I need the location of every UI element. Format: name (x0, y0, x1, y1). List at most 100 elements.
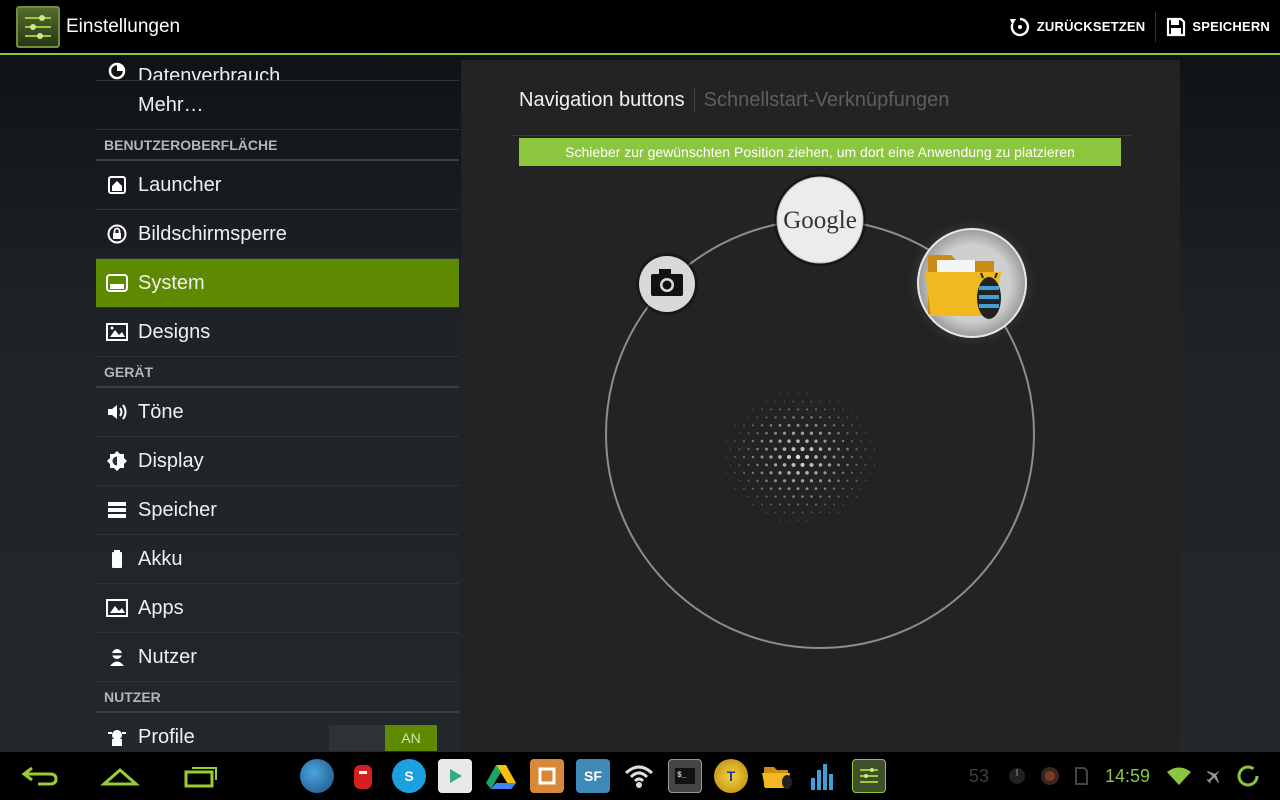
handle-dot (810, 416, 813, 419)
tab-navigation-buttons[interactable]: Navigation buttons (519, 89, 685, 112)
file-manager-app-icon[interactable] (760, 759, 794, 793)
handle-dot (827, 463, 832, 467)
handle-dot (823, 424, 827, 427)
handle-dot (846, 479, 849, 482)
settings-item-storage[interactable]: Speicher (96, 486, 459, 535)
file-manager-icon (925, 255, 1001, 319)
handle-dot (809, 479, 814, 483)
google-search-target[interactable]: Google (774, 174, 866, 266)
orange-app-icon[interactable] (530, 759, 564, 793)
settings-item-lockscreen[interactable]: Bildschirmsperre (96, 210, 459, 259)
camera-target[interactable] (636, 253, 698, 315)
home-button[interactable] (80, 752, 160, 800)
handle-dot (855, 416, 858, 419)
profiles-toggle[interactable]: AN (329, 725, 437, 751)
handle-dot (738, 448, 741, 451)
handle-dot (819, 400, 822, 403)
settings-item-battery[interactable]: Akku (96, 535, 459, 584)
handle-dot (823, 487, 827, 490)
terminal-app-icon[interactable]: $_ (668, 759, 702, 793)
settings-item-more[interactable]: Mehr… (96, 81, 459, 130)
handle-dot (774, 416, 777, 419)
handle-dot (824, 519, 826, 522)
mailbox-app-icon[interactable] (346, 759, 380, 793)
storage-icon (96, 501, 138, 519)
handle-dot (805, 471, 809, 475)
settings-item-sound[interactable]: Töne (96, 388, 459, 437)
ring-handle-dots[interactable] (725, 392, 876, 522)
handle-dot (801, 511, 804, 514)
handle-dot (782, 479, 787, 483)
handle-dot (734, 487, 736, 490)
handle-dot (770, 392, 772, 395)
handle-dot (797, 519, 799, 522)
handle-dot (782, 463, 787, 467)
handle-dot (752, 503, 754, 506)
handle-dot (787, 487, 791, 491)
handle-dot (850, 440, 854, 443)
handle-dot (729, 448, 732, 450)
globe-app-icon[interactable] (300, 759, 334, 793)
handle-dot (832, 455, 836, 459)
wifi-analyzer-app-icon[interactable] (622, 759, 656, 793)
settings-app-icon[interactable] (16, 5, 60, 48)
drive-app-icon[interactable] (484, 759, 518, 793)
handle-dot (818, 479, 823, 483)
handle-dot (869, 440, 871, 442)
settings-item-label: Nutzer (138, 645, 197, 668)
handle-dot (778, 471, 782, 475)
handle-dot (747, 432, 750, 435)
handle-dot (774, 495, 777, 498)
handle-dot (800, 447, 805, 452)
handle-dot (795, 454, 801, 460)
reset-label: ZURÜCKSETZEN (1036, 19, 1146, 34)
tab-quick-launch[interactable]: Schnellstart-Verknüpfungen (704, 89, 950, 112)
handle-dot (810, 400, 813, 403)
handle-dot (756, 416, 759, 419)
sf-app-icon[interactable]: SF (576, 759, 610, 793)
save-button[interactable]: SPEICHERN (1156, 0, 1280, 53)
handle-dot (819, 416, 822, 419)
settings-item-display[interactable]: Display (96, 437, 459, 486)
reset-button[interactable]: ZURÜCKSETZEN (999, 0, 1156, 53)
settings-item-launcher[interactable]: Launcher (96, 161, 459, 210)
handle-dot (801, 416, 804, 419)
handle-dot (756, 447, 759, 451)
handle-dot (756, 432, 759, 435)
handle-dot (792, 400, 795, 403)
settings-item-system[interactable]: System (96, 259, 459, 308)
handle-dot (734, 471, 736, 474)
settings-item-label: System (138, 271, 205, 294)
tab-bar: Navigation buttons Schnellstart-Verknüpf… (519, 88, 949, 112)
handle-dot (791, 447, 796, 452)
play-store-app-icon[interactable] (438, 759, 472, 793)
settings-item-profiles[interactable]: Profile AN (96, 713, 459, 752)
handle-dot (734, 440, 736, 443)
handle-dot (818, 463, 823, 467)
settings-item-users[interactable]: Nutzer (96, 633, 459, 682)
record-icon (1039, 765, 1061, 787)
settings-item-data-usage[interactable]: Datenverbrauch (96, 57, 459, 81)
handle-dot (760, 455, 764, 459)
handle-dot (778, 455, 782, 459)
titanium-app-icon[interactable]: T (714, 759, 748, 793)
handle-dot (800, 479, 805, 483)
settings-item-apps[interactable]: Apps (96, 584, 459, 633)
settings-app-icon[interactable] (852, 759, 886, 793)
skype-app-icon[interactable]: S (392, 759, 426, 793)
back-button[interactable] (0, 752, 80, 800)
handle-dot (760, 471, 764, 475)
handle-dot (796, 423, 800, 427)
handle-dot (814, 471, 818, 475)
equalizer-app-icon[interactable] (806, 759, 840, 793)
handle-dot (788, 392, 790, 395)
file-manager-target[interactable] (908, 219, 1036, 347)
settings-item-designs[interactable]: Designs (96, 308, 459, 357)
data-usage-icon (96, 62, 138, 80)
handle-dot (729, 480, 732, 482)
brightness-icon (96, 450, 138, 472)
save-icon (1167, 17, 1186, 36)
recents-button[interactable] (160, 752, 240, 800)
handle-dot (800, 431, 805, 435)
handle-dot (832, 471, 836, 475)
